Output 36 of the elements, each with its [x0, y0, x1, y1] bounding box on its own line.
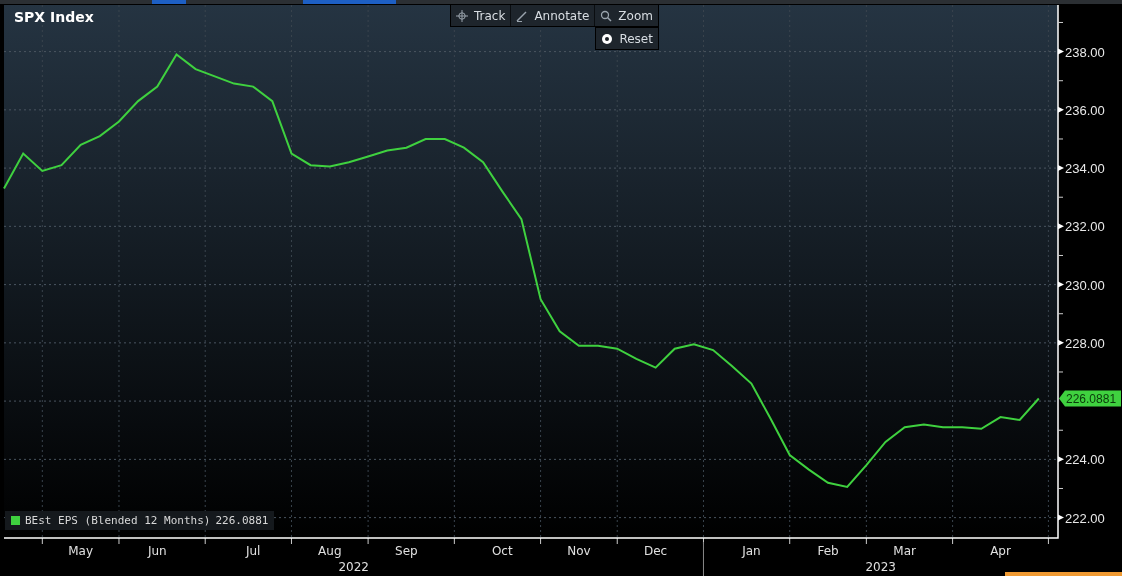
x-axis-label: Sep	[395, 544, 418, 558]
x-axis-label: Feb	[817, 544, 839, 558]
crosshair-icon	[456, 9, 468, 22]
y-axis-label: 224.00	[1065, 452, 1105, 468]
x-axis-label: May	[68, 544, 94, 558]
radio-icon	[601, 32, 614, 45]
y-axis-label: 230.00	[1065, 277, 1105, 293]
toolbar-button[interactable]: Track	[451, 5, 512, 26]
tab-indicator[interactable]	[303, 0, 396, 4]
search-icon	[600, 9, 613, 22]
year-label: 2022	[338, 560, 369, 574]
toolbar-button[interactable]: Zoom	[595, 5, 658, 26]
x-axis-label: Oct	[491, 544, 513, 558]
y-axis-label: 228.00	[1065, 335, 1105, 351]
y-axis-label: 222.00	[1065, 510, 1105, 526]
pen-icon	[516, 9, 529, 22]
year-label: 2023	[865, 560, 896, 574]
tab-indicator[interactable]	[152, 0, 186, 4]
x-axis-label: Nov	[567, 544, 591, 558]
x-axis-label: Jan	[742, 544, 761, 558]
x-axis-label: Dec	[643, 544, 668, 558]
toolbar-button[interactable]: Annotate	[511, 5, 596, 26]
x-axis-label: Mar	[893, 544, 916, 558]
x-axis-label: Jun	[147, 544, 167, 558]
y-axis-label: 238.00	[1065, 44, 1105, 60]
y-axis-label: 234.00	[1065, 161, 1105, 177]
chart-title: SPX Index	[14, 9, 94, 25]
last-value-flag: 226.0881	[1059, 390, 1121, 407]
toolbar-button[interactable]: Reset	[596, 28, 658, 49]
x-axis-label: Jul	[245, 544, 261, 558]
y-axis-label: 232.00	[1065, 219, 1105, 235]
x-axis-label: Apr	[990, 544, 1011, 558]
x-axis-label: Aug	[318, 544, 342, 558]
y-axis-label: 236.00	[1065, 102, 1105, 118]
legend-value: 226.0881	[215, 514, 269, 527]
legend-label: BEst EPS (Blended 12 Months)	[25, 514, 211, 527]
